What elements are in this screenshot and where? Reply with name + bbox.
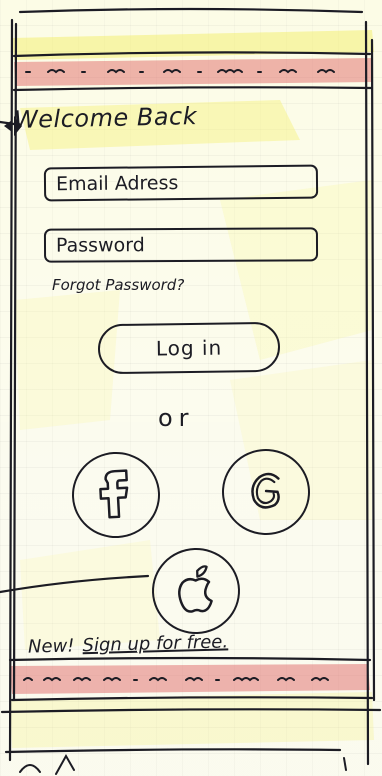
email-field[interactable] bbox=[43, 164, 319, 202]
email-input[interactable] bbox=[45, 166, 317, 200]
top-bar-pattern bbox=[25, 69, 335, 74]
google-login-button[interactable] bbox=[219, 446, 313, 538]
or-divider: or bbox=[158, 404, 195, 432]
login-button[interactable]: Log in bbox=[97, 321, 281, 375]
signup-row: New! Sign up for free. bbox=[28, 631, 229, 657]
facebook-icon bbox=[99, 469, 129, 519]
google-icon bbox=[251, 472, 280, 509]
facebook-login-button[interactable] bbox=[69, 449, 163, 541]
apple-login-button[interactable] bbox=[150, 546, 242, 636]
apple-icon bbox=[178, 565, 213, 613]
password-input[interactable] bbox=[45, 229, 317, 261]
bottom-scribble bbox=[19, 753, 347, 775]
signup-prompt: New! bbox=[27, 635, 75, 658]
bottom-bar-pattern bbox=[23, 677, 329, 682]
signup-link[interactable]: Sign up for free. bbox=[82, 631, 228, 656]
page-title: Welcome Back bbox=[13, 102, 198, 134]
sketch-paper: Welcome Back Forgot Password? Log in or … bbox=[0, 0, 382, 776]
forgot-password-link[interactable]: Forgot Password? bbox=[52, 276, 184, 294]
password-field[interactable] bbox=[43, 227, 319, 263]
